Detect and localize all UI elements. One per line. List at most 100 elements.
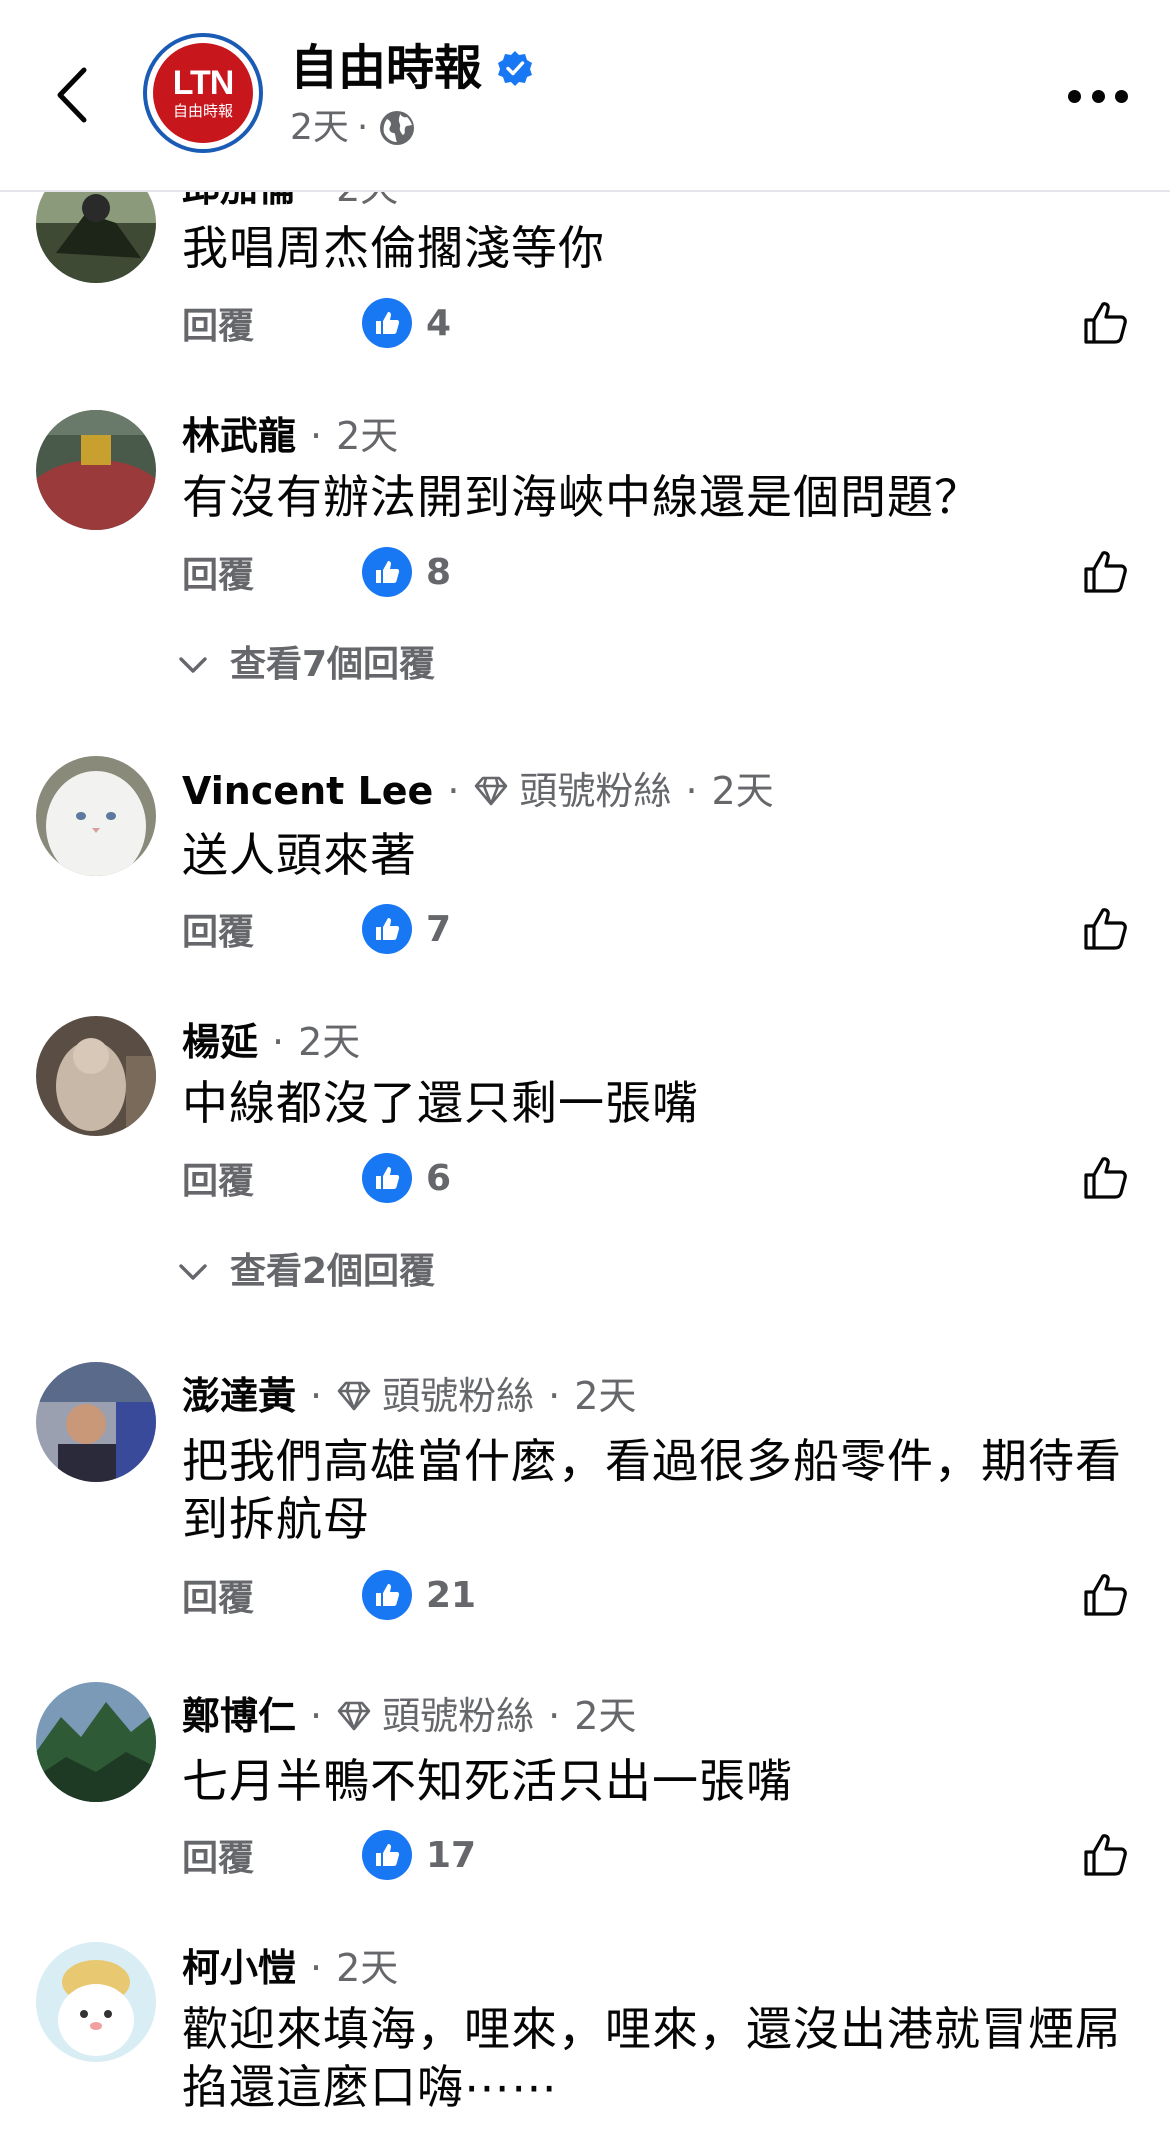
avatar[interactable] (36, 1016, 156, 1136)
avatar[interactable] (36, 756, 156, 876)
reply-button[interactable]: 回覆 (182, 1569, 332, 1621)
comment-text: 我唱周杰倫擱淺等你 (182, 221, 605, 275)
more-dots-icon (1068, 89, 1081, 103)
top-fan-label: 頭號粉絲 (382, 1694, 535, 1738)
like-reaction-icon (362, 1570, 412, 1620)
chevron-down-icon (179, 1264, 207, 1280)
reply-button[interactable]: 回覆 (182, 903, 332, 955)
comment-actions: 回覆 21 (182, 1567, 1132, 1623)
comment-time: 2天 (711, 769, 774, 813)
separator-dot: · (548, 1694, 561, 1738)
like-button[interactable] (1078, 901, 1134, 957)
comment-text: 送人頭來著 (182, 828, 417, 882)
like-count[interactable]: 7 (426, 909, 451, 950)
like-button[interactable] (1078, 1567, 1134, 1623)
verified-badge-icon (496, 49, 534, 87)
like-button[interactable] (1078, 1150, 1134, 1206)
top-fan-badge: 頭號粉絲 (336, 1690, 534, 1742)
diamond-icon (337, 1381, 371, 1411)
top-fan-label: 頭號粉絲 (382, 1374, 535, 1418)
comment-header: 柯小愷 · 2天 (182, 1942, 398, 1994)
view-replies-label: 查看2個回覆 (230, 1251, 436, 1292)
like-button[interactable] (1078, 544, 1134, 600)
meta-separator: · (356, 107, 369, 148)
post-header: LTN 自由時報 自由時報 2天 · (0, 0, 1170, 192)
page-name-text: 自由時報 (290, 40, 483, 96)
page-avatar-logo[interactable]: LTN 自由時報 (143, 33, 263, 153)
like-thumb-icon (1084, 1834, 1127, 1876)
separator-dot: · (310, 414, 323, 458)
avatar[interactable] (36, 1942, 156, 2062)
back-button[interactable] (46, 62, 96, 128)
diamond-icon (337, 1701, 371, 1731)
like-button[interactable] (1078, 1827, 1134, 1883)
avatar[interactable] (36, 1682, 156, 1802)
like-count[interactable]: 6 (426, 1158, 451, 1199)
comment-time: 2天 (574, 1694, 637, 1738)
comment-actions: 回覆 17 (182, 1827, 1132, 1883)
like-reaction-icon (362, 547, 412, 597)
like-reaction-icon (362, 1830, 412, 1880)
more-options-button[interactable] (1068, 76, 1128, 116)
comment-author[interactable]: 林武龍 (182, 410, 296, 462)
separator-dot: · (685, 769, 698, 813)
like-thumb-icon (1084, 1157, 1127, 1199)
post-meta: 2天 · (290, 104, 416, 152)
logo-abbr: LTN (172, 64, 235, 102)
comment-actions: 回覆 8 (182, 544, 1132, 600)
view-replies-label: 查看7個回覆 (230, 644, 436, 685)
separator-dot: · (310, 1374, 323, 1418)
like-count[interactable]: 21 (426, 1575, 476, 1616)
like-reaction-icon (362, 1153, 412, 1203)
post-time: 2天 (290, 107, 349, 148)
comment-time: 2天 (574, 1374, 637, 1418)
comment-actions: 回覆 4 (182, 295, 1132, 351)
comment-time: 2天 (336, 1946, 399, 1990)
comment-author[interactable]: 楊延 (182, 1016, 258, 1068)
comment-header: 鄭博仁 · 頭號粉絲 · 2天 (182, 1690, 636, 1742)
like-thumb-icon (1084, 302, 1127, 344)
view-replies-link[interactable]: 查看2個回覆 (178, 1247, 435, 1297)
comment-text: 有沒有辦法開到海峽中線還是個問題？ (182, 470, 981, 524)
avatar[interactable] (36, 1362, 156, 1482)
comment-header: 林武龍 · 2天 (182, 410, 398, 462)
comment-header: Vincent Lee · 頭號粉絲 · 2天 (182, 765, 774, 817)
view-replies-link[interactable]: 查看7個回覆 (178, 640, 435, 690)
comment-header: 澎達黃 · 頭號粉絲 · 2天 (182, 1370, 636, 1422)
reply-button[interactable]: 回覆 (182, 1152, 332, 1204)
like-button[interactable] (1078, 295, 1134, 351)
reply-button[interactable]: 回覆 (182, 297, 332, 349)
avatar[interactable] (36, 410, 156, 530)
comment-time: 2天 (336, 414, 399, 458)
logo-subtitle: 自由時報 (172, 102, 233, 120)
top-fan-label: 頭號粉絲 (519, 769, 672, 813)
separator-dot: · (272, 1020, 285, 1064)
comment-time: 2天 (298, 1020, 361, 1064)
separator-dot: · (310, 1694, 323, 1738)
comment-text: 七月半鴨不知死活只出一張嘴 (182, 1754, 793, 1808)
like-thumb-icon (1084, 908, 1127, 950)
comment-author[interactable]: 柯小愷 (182, 1942, 296, 1994)
chevron-down-icon (179, 657, 207, 673)
comment-actions: 回覆 6 (182, 1150, 1132, 1206)
like-count[interactable]: 8 (426, 552, 451, 593)
top-fan-badge: 頭號粉絲 (336, 1370, 534, 1422)
page-name[interactable]: 自由時報 (290, 36, 534, 100)
back-arrow-icon (57, 67, 87, 123)
separator-dot: · (310, 1946, 323, 1990)
comment-text: 歡迎來填海，哩來，哩來，還沒出港就冒煙屌掐還這麼口嗨⋯⋯ (182, 2002, 1122, 2114)
reply-button[interactable]: 回覆 (182, 1829, 332, 1881)
reply-button[interactable]: 回覆 (182, 546, 332, 598)
like-count[interactable]: 17 (426, 1835, 476, 1876)
comment-author[interactable]: 澎達黃 (182, 1370, 296, 1422)
like-count[interactable]: 4 (426, 303, 451, 344)
comment-text: 把我們高雄當什麼，看過很多船零件，期待看到拆航母 (182, 1434, 1122, 1546)
like-thumb-icon (1084, 551, 1127, 593)
comment-author[interactable]: 鄭博仁 (182, 1690, 296, 1742)
like-thumb-icon (1084, 1574, 1127, 1616)
top-fan-badge: 頭號粉絲 (473, 765, 671, 817)
comment-header: 楊延 · 2天 (182, 1016, 360, 1068)
like-reaction-icon (362, 298, 412, 348)
comment-author[interactable]: Vincent Lee (182, 765, 433, 817)
comment-actions: 回覆 7 (182, 901, 1132, 957)
